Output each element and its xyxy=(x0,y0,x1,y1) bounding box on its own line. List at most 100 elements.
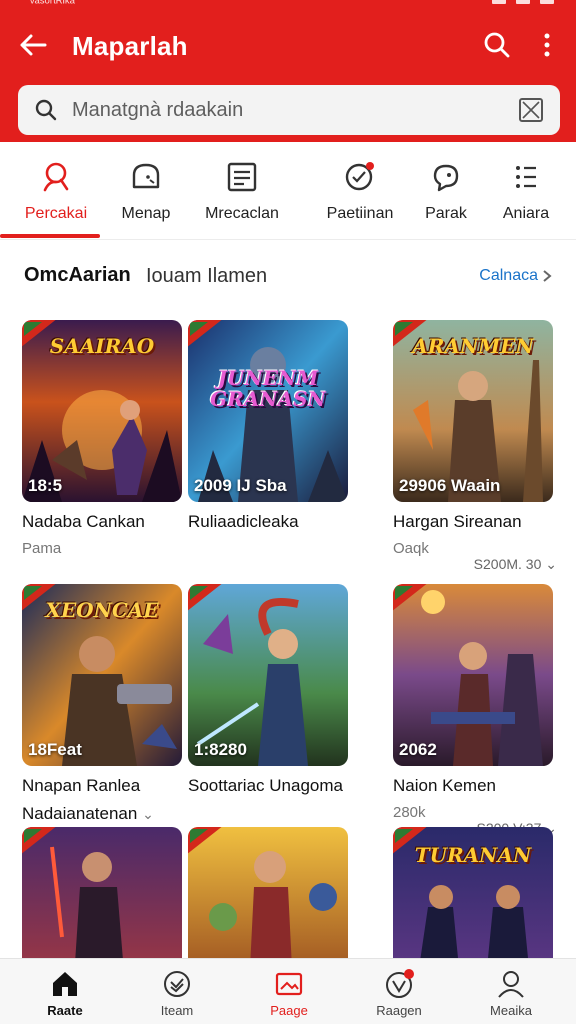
game-thumbnail[interactable]: XEONCAE 18Feat xyxy=(22,584,182,766)
nav-label: Meaika xyxy=(490,1003,532,1018)
tab-category-4[interactable]: Paetiinan xyxy=(316,142,404,240)
section-title: OmcAarian xyxy=(24,264,131,286)
game-card[interactable]: 2062 Naion Kemen 280kS200 V:37 ⌄ xyxy=(393,584,557,836)
tab-label: Parak xyxy=(425,205,467,222)
scan-icon[interactable] xyxy=(518,97,544,123)
game-card[interactable]: XEONCAE 18Feat Nnapan Ranlea Nadaianaten… xyxy=(22,584,182,824)
game-meta-text: 280k xyxy=(393,804,426,821)
compass-icon xyxy=(386,969,414,998)
check-circle-icon xyxy=(164,971,190,997)
menu-icon xyxy=(516,166,536,188)
game-thumbnail[interactable]: JUNENM GRANASN 2009 IJ Sba xyxy=(188,320,348,502)
game-art-title: ARANMEN xyxy=(412,334,534,358)
tab-category-5[interactable]: Parak xyxy=(408,142,484,240)
game-name: Ruliaadicleaka xyxy=(188,512,299,531)
game-meta: Nadaianatenan ⌄ xyxy=(22,804,182,824)
game-art-title: TURANAN xyxy=(414,843,532,867)
tab-category-6[interactable]: Aniara xyxy=(490,142,562,240)
hot-badge-icon xyxy=(22,827,56,854)
nav-item-4[interactable]: Raagen xyxy=(344,959,454,1024)
bottom-navigation: Raate Iteam Paage Raagen Meaika xyxy=(0,958,576,1024)
game-thumbnail[interactable]: 2062 xyxy=(393,584,553,766)
back-arrow-icon[interactable] xyxy=(16,28,50,62)
game-meta-text: Nadaianatenan xyxy=(22,804,138,823)
game-meta-text: Oaqk xyxy=(393,540,429,557)
game-name: Nnapan Ranlea xyxy=(22,776,141,795)
game-meta: 280kS200 V:37 ⌄ xyxy=(393,804,557,836)
chat-icon xyxy=(345,162,374,191)
nav-item-3[interactable]: Paage xyxy=(234,959,344,1024)
game-name: Nadaba Cankan xyxy=(22,512,145,531)
see-more-link[interactable]: Calnaca xyxy=(479,267,552,285)
nav-item-5[interactable]: Meaika xyxy=(456,959,566,1024)
cloud-icon xyxy=(132,163,160,189)
tab-label: Paetiinan xyxy=(326,205,394,222)
game-meta: Oaqk S200M. 30 ⌄ xyxy=(393,540,557,572)
more-vertical-icon[interactable] xyxy=(540,30,554,60)
nav-label: Raagen xyxy=(376,1003,422,1018)
nav-label: Raate xyxy=(47,1003,83,1018)
game-overlay-text: 2009 IJ Sba xyxy=(194,476,287,495)
list-icon xyxy=(227,162,257,192)
signal-icon xyxy=(492,0,506,4)
speech-icon xyxy=(433,164,459,192)
game-overlay-text: 2062 xyxy=(399,740,437,759)
person-icon xyxy=(43,162,69,192)
hot-badge-icon xyxy=(188,584,222,611)
status-bar: ᵛᵃˢᵒʳᵗᴿᴵᵏᵃ xyxy=(0,0,576,12)
home-icon xyxy=(53,972,77,996)
hot-badge-icon xyxy=(188,827,222,854)
tab-label: Aniara xyxy=(502,205,550,222)
search-bar[interactable] xyxy=(18,85,560,135)
game-art-title: JUNENM GRANASN xyxy=(210,366,326,411)
game-name: Hargan Sireanan xyxy=(393,512,522,531)
app-root: ᵛᵃˢᵒʳᵗᴿᴵᵏᵃ Maparlah Percakai Menap Mreca… xyxy=(0,0,576,1024)
chevron-down-icon: ⌄ xyxy=(545,556,557,572)
profile-icon xyxy=(498,971,524,998)
category-tabs: Percakai Menap Mrecaclan Paetiinan Parak… xyxy=(0,142,576,240)
game-art-title: SAAIRAO xyxy=(49,334,155,358)
game-card[interactable]: JUNENM GRANASN 2009 IJ Sba Ruliaadicleak… xyxy=(188,320,348,532)
app-header: ᵛᵃˢᵒʳᵗᴿᴵᵏᵃ Maparlah xyxy=(0,0,576,142)
section-subtitle: Iouam Ilamen xyxy=(146,265,268,287)
nav-item-home[interactable]: Raate xyxy=(10,959,120,1024)
game-price: S200M. 30 ⌄ xyxy=(474,556,557,573)
search-icon[interactable] xyxy=(482,30,512,60)
tab-category-1[interactable]: Percakai xyxy=(10,142,102,240)
game-card[interactable]: SAAIRAO 18:5 Nadaba Cankan Pama xyxy=(22,320,182,560)
active-tab-indicator xyxy=(0,234,100,238)
game-price-text: S200M. 30 xyxy=(473,556,542,572)
game-card[interactable]: ARANMEN 29906 Waain Hargan Sireanan Oaqk… xyxy=(393,320,557,572)
nav-label: Iteam xyxy=(160,1003,194,1018)
game-overlay-text: 18Feat xyxy=(28,740,82,759)
hot-badge-icon xyxy=(188,320,222,347)
game-thumbnail[interactable]: SAAIRAO 18:5 xyxy=(22,320,182,502)
page-title: Maparlah xyxy=(72,31,188,61)
tab-label: Mrecaclan xyxy=(205,205,279,222)
game-overlay-text: 1:8280 xyxy=(194,740,247,759)
image-icon xyxy=(275,972,303,996)
game-meta: Pama xyxy=(22,540,62,557)
tab-category-3[interactable]: Mrecaclan xyxy=(190,142,294,240)
nav-label: Paage xyxy=(270,1003,308,1018)
game-thumbnail[interactable]: 1:8280 xyxy=(188,584,348,766)
top-bar: Maparlah xyxy=(0,22,576,68)
search-icon xyxy=(35,99,57,121)
battery-icon xyxy=(540,0,554,4)
search-input[interactable] xyxy=(72,85,492,135)
game-name: Naion Kemen xyxy=(393,776,497,795)
game-thumbnail[interactable]: ARANMEN 29906 Waain xyxy=(393,320,553,502)
wifi-icon xyxy=(516,0,530,4)
game-overlay-text: 18:5 xyxy=(28,476,63,495)
hot-badge-icon xyxy=(393,584,427,611)
tab-label: Menap xyxy=(121,205,171,222)
tab-category-2[interactable]: Menap xyxy=(102,142,190,240)
nav-item-2[interactable]: Iteam xyxy=(122,959,232,1024)
chevron-down-icon: ⌄ xyxy=(142,806,154,822)
game-card[interactable]: 1:8280 Soottariac Unagoma xyxy=(188,584,348,796)
status-carrier: ᵛᵃˢᵒʳᵗᴿᴵᵏᵃ xyxy=(30,0,75,10)
chevron-right-icon xyxy=(543,270,552,282)
see-more-label: Calnaca xyxy=(479,267,538,284)
status-icons xyxy=(492,0,554,4)
tab-label: Percakai xyxy=(24,205,88,222)
